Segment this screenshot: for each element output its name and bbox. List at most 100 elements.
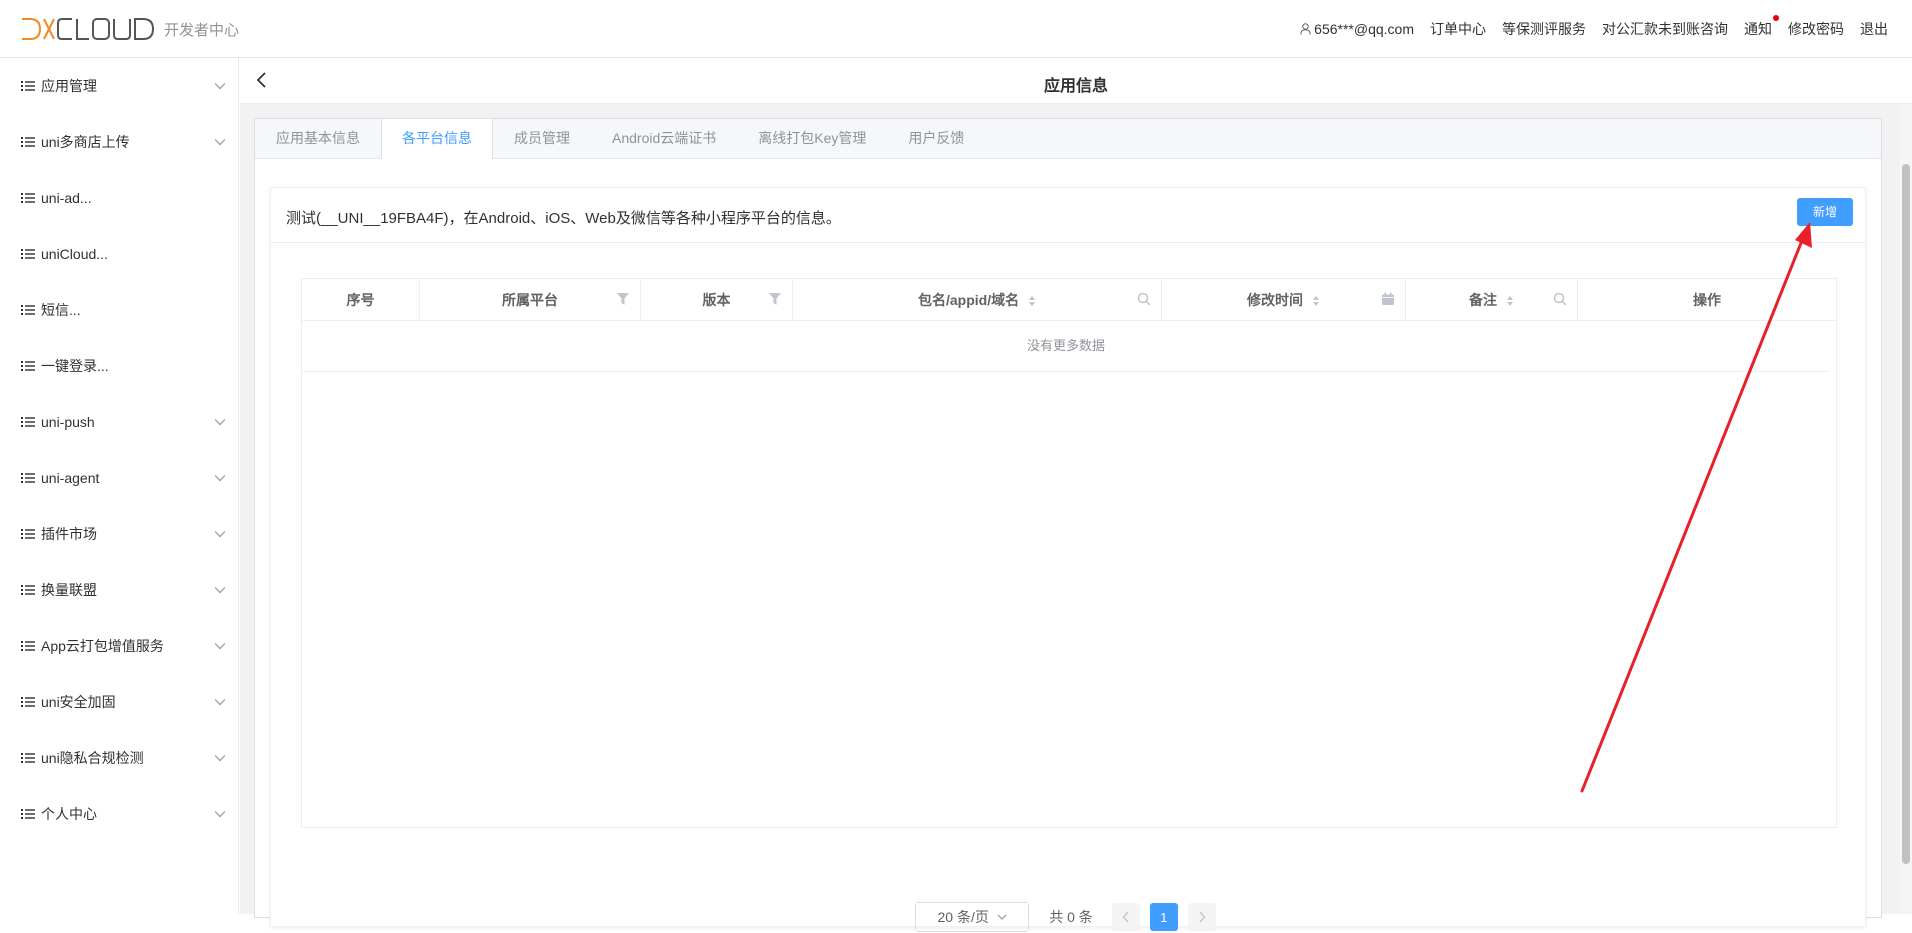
list-icon <box>21 529 35 539</box>
chevron-down-icon <box>214 475 226 482</box>
chevron-left-icon <box>1122 911 1129 923</box>
sidebar-item-label: 一键登录... <box>41 358 109 374</box>
list-icon <box>21 249 35 259</box>
search-icon[interactable] <box>1553 292 1567 306</box>
tab-platform-info[interactable]: 各平台信息 <box>381 119 493 159</box>
dcloud-logo-graphic <box>22 18 155 40</box>
column-index-label: 序号 <box>346 292 375 308</box>
chevron-down-icon <box>214 811 226 818</box>
sidebar-item-label: 短信... <box>41 302 81 318</box>
sidebar-item-label: uni-push <box>41 414 95 430</box>
column-package-name-label: 包名/appid/域名 <box>917 292 1020 308</box>
tab-basic-info[interactable]: 应用基本信息 <box>255 119 381 158</box>
notifications-label: 通知 <box>1744 21 1772 37</box>
tab-user-feedback[interactable]: 用户反馈 <box>887 119 985 158</box>
column-actions-label: 操作 <box>1693 292 1721 308</box>
filter-icon[interactable] <box>616 292 630 306</box>
sidebar-item[interactable]: uni多商店上传 <box>0 114 238 170</box>
nav-security-assessment[interactable]: 等保测评服务 <box>1502 19 1586 39</box>
sidebar-item[interactable]: uni-ad... <box>0 170 238 226</box>
chevron-down-icon <box>214 699 226 706</box>
sidebar-item[interactable]: 短信... <box>0 282 238 338</box>
sidebar-item[interactable]: 应用管理 <box>0 58 238 114</box>
sidebar-item[interactable]: 换量联盟 <box>0 562 238 618</box>
column-remark: 备注 <box>1406 279 1578 321</box>
chevron-down-icon <box>214 83 226 90</box>
list-icon <box>21 417 35 427</box>
user-email: 656***@qq.com <box>1314 21 1414 37</box>
add-button[interactable]: 新增 <box>1797 198 1853 226</box>
list-icon <box>21 81 35 91</box>
sidebar-item-label: 插件市场 <box>41 526 97 542</box>
logo-subtitle: 开发者中心 <box>164 21 240 39</box>
column-actions: 操作 <box>1578 279 1836 321</box>
list-icon <box>21 361 35 371</box>
next-page-button[interactable] <box>1187 903 1216 931</box>
scrollbar-thumb[interactable] <box>1902 164 1910 864</box>
list-icon <box>21 137 35 147</box>
tab-member-management[interactable]: 成员管理 <box>493 119 591 158</box>
platform-table: 序号 所属平台 版本 包名/appid/域名 修改时间 备注 操作 没有更多数据 <box>301 278 1837 828</box>
nav-change-password[interactable]: 修改密码 <box>1788 19 1844 39</box>
list-icon <box>21 585 35 595</box>
sidebar-item[interactable]: uni-push <box>0 394 238 450</box>
sidebar-item[interactable]: uni隐私合规检测 <box>0 730 238 786</box>
nav-order-center[interactable]: 订单中心 <box>1430 19 1486 39</box>
column-modified-time: 修改时间 <box>1162 279 1406 321</box>
tab-android-certificate[interactable]: Android云端证书 <box>591 119 737 158</box>
column-modified-time-label: 修改时间 <box>1247 292 1304 308</box>
chevron-down-icon <box>214 587 226 594</box>
column-remark-label: 备注 <box>1469 292 1498 308</box>
list-icon <box>21 753 35 763</box>
user-account[interactable]: 656***@qq.com <box>1300 21 1414 37</box>
sidebar-item[interactable]: uni-agent <box>0 450 238 506</box>
nav-notifications[interactable]: 通知 <box>1744 15 1779 39</box>
page-size-select[interactable]: 20 条/页 <box>915 902 1030 932</box>
column-version: 版本 <box>641 279 793 321</box>
sidebar-item[interactable]: uniCloud... <box>0 226 238 282</box>
sidebar-item[interactable]: App云打包增值服务 <box>0 618 238 674</box>
app-info-card: 应用基本信息 各平台信息 成员管理 Android云端证书 离线打包Key管理 … <box>254 118 1882 932</box>
list-icon <box>21 193 35 203</box>
column-index: 序号 <box>302 279 420 321</box>
tab-offline-key[interactable]: 离线打包Key管理 <box>737 119 887 158</box>
nav-remittance-inquiry[interactable]: 对公汇款未到账咨询 <box>1602 19 1728 39</box>
calendar-icon[interactable] <box>1381 292 1395 306</box>
total-count: 共 0 条 <box>1049 909 1093 925</box>
sort-icon[interactable] <box>1312 295 1320 307</box>
sidebar-item[interactable]: 个人中心 <box>0 786 238 842</box>
filter-icon[interactable] <box>768 292 782 306</box>
sidebar-item-label: uni-ad... <box>41 190 92 206</box>
list-icon <box>21 473 35 483</box>
sidebar-item[interactable]: 插件市场 <box>0 506 238 562</box>
sidebar-item-label: App云打包增值服务 <box>41 638 164 654</box>
vertical-scrollbar[interactable] <box>1900 104 1912 914</box>
list-icon <box>21 641 35 651</box>
page-header: 应用信息 <box>240 58 1912 104</box>
sort-icon[interactable] <box>1028 295 1036 307</box>
sidebar-item-label: 换量联盟 <box>41 582 97 598</box>
chevron-right-icon <box>1199 911 1206 923</box>
sidebar-item-label: 个人中心 <box>41 806 97 822</box>
sidebar-item[interactable]: 一键登录... <box>0 338 238 394</box>
top-bar: 开发者中心 656***@qq.com 订单中心 等保测评服务 对公汇款未到账咨… <box>0 0 1912 58</box>
empty-state-text: 没有更多数据 <box>302 321 1830 372</box>
prev-page-button[interactable] <box>1111 903 1140 931</box>
sidebar-item-label: uni安全加固 <box>41 694 116 710</box>
sort-icon[interactable] <box>1506 295 1514 307</box>
sidebar-item-label: uni-agent <box>41 470 100 486</box>
notification-dot <box>1773 15 1779 21</box>
panel-description: 测试(__UNI__19FBA4F)，在Android、iOS、Web及微信等各… <box>286 210 841 227</box>
chevron-down-icon <box>997 914 1007 920</box>
sidebar-item[interactable]: uni安全加固 <box>0 674 238 730</box>
nav-logout[interactable]: 退出 <box>1860 19 1888 39</box>
table-header: 序号 所属平台 版本 包名/appid/域名 修改时间 备注 操作 <box>302 279 1836 321</box>
page-title: 应用信息 <box>1043 78 1108 95</box>
sidebar-item-label: uniCloud... <box>41 246 108 262</box>
chevron-down-icon <box>214 419 226 426</box>
page-number-button[interactable]: 1 <box>1149 903 1178 931</box>
search-icon[interactable] <box>1137 292 1151 306</box>
sidebar-item-label: uni隐私合规检测 <box>41 750 144 766</box>
column-platform-label: 所属平台 <box>502 292 558 308</box>
dcloud-logo[interactable]: 开发者中心 <box>20 14 239 44</box>
